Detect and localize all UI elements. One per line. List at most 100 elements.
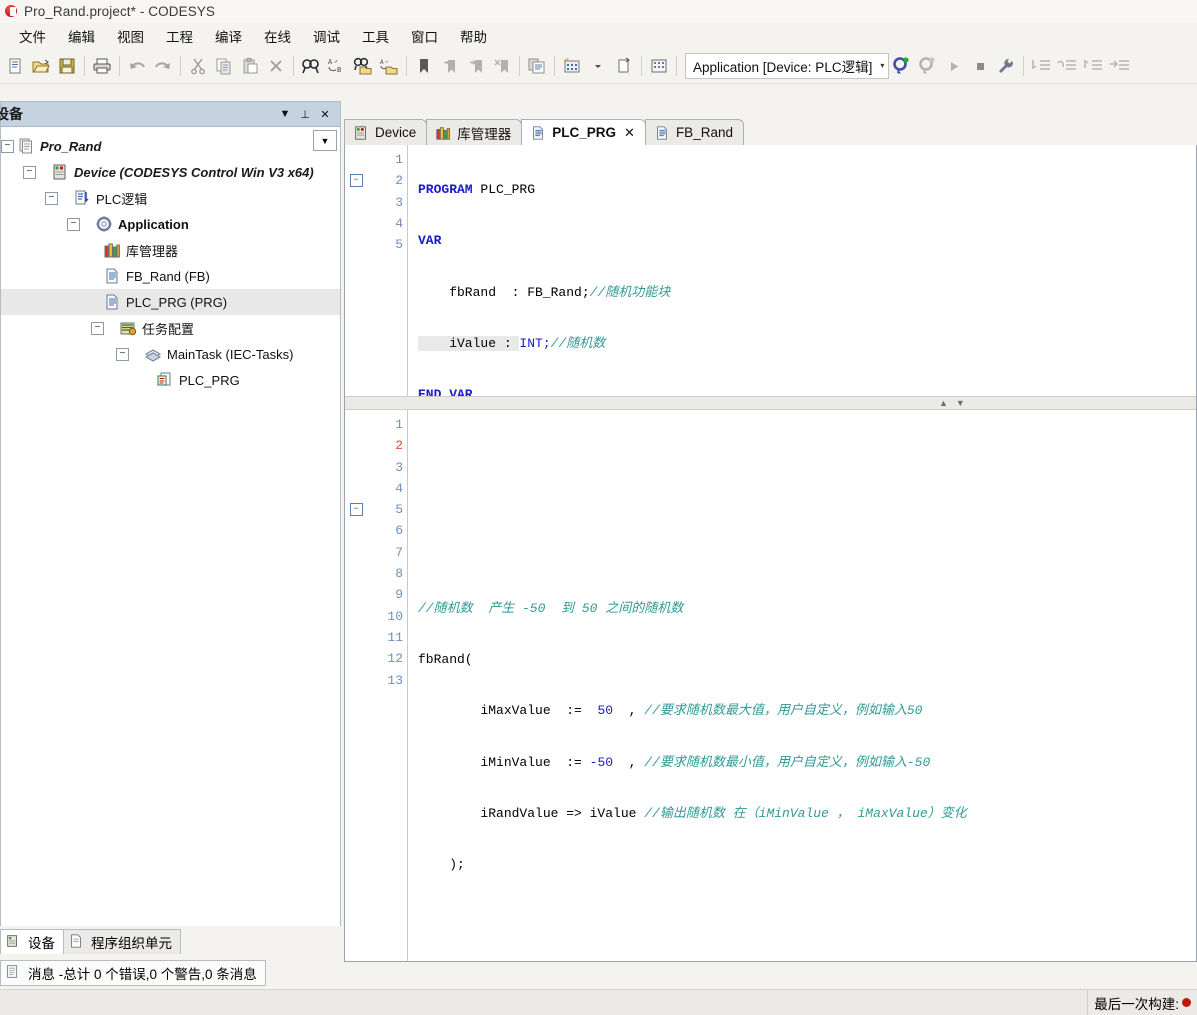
fold-toggle-icon[interactable]: − [349, 174, 363, 188]
tree-item-plc-logic[interactable]: − PLC逻辑 [1, 185, 340, 211]
new-object-icon[interactable] [611, 53, 637, 79]
tree-item-task-configuration[interactable]: − 任务配置 [1, 315, 340, 341]
step-over-icon[interactable] [1054, 53, 1080, 79]
bookmark-next-icon[interactable] [463, 53, 489, 79]
stop-icon[interactable] [967, 53, 993, 79]
editor-tab-plc-prg[interactable]: PLC_PRG ✕ [521, 119, 646, 145]
menu-file[interactable]: 文件 [8, 24, 57, 48]
tree-expander[interactable]: − [116, 347, 129, 361]
print-icon[interactable] [89, 53, 115, 79]
menu-view[interactable]: 视图 [106, 24, 155, 48]
tree-item-fb-rand[interactable]: FB_Rand (FB) [1, 263, 340, 289]
tree-expander[interactable]: − [67, 217, 80, 231]
save-icon[interactable] [54, 53, 80, 79]
declaration-code[interactable]: PROGRAM PLC_PRG VAR fbRand : FB_Rand;//随… [408, 145, 1196, 396]
panel-pin-icon[interactable]: ⊥ [296, 105, 314, 123]
find-in-project-icon[interactable] [350, 53, 376, 79]
declaration-editor[interactable]: − 1 2 3 4 5 PROGRAM PLC_PRG VAR fbRand :… [345, 145, 1196, 396]
bookmark-clear-icon[interactable] [489, 53, 515, 79]
panel-close-icon[interactable]: ✕ [316, 105, 334, 123]
editor-tab-label: Device [375, 125, 417, 140]
svg-text:↗: ↗ [385, 59, 388, 65]
devices-panel: 设备 ▼ ⊥ ✕ ▼ − Pro_Rand − Device (CODESYS … [0, 101, 341, 926]
new-file-icon[interactable] [2, 53, 28, 79]
code-line: iRandValue => iValue //输出随机数 在（iMinValue… [418, 806, 967, 822]
code-line: fbRand : FB_Rand;//随机功能块 [418, 284, 671, 300]
editor-tab-fb-rand[interactable]: FB_Rand [644, 119, 744, 145]
open-project-icon[interactable] [28, 53, 54, 79]
menu-online[interactable]: 在线 [253, 24, 302, 48]
login-icon[interactable] [889, 53, 915, 79]
tree-expander[interactable]: − [23, 165, 36, 179]
toolbar-separator [641, 55, 642, 76]
fold-toggle-icon[interactable]: − [349, 503, 363, 517]
menu-help[interactable]: 帮助 [449, 24, 498, 48]
paste-icon[interactable] [237, 53, 263, 79]
delete-icon[interactable] [263, 53, 289, 79]
undo-icon[interactable] [124, 53, 150, 79]
task-call-icon [156, 371, 174, 389]
tree-item-project[interactable]: − Pro_Rand [1, 133, 340, 159]
replace-in-project-icon[interactable]: A ↗ [376, 53, 402, 79]
menu-tools[interactable]: 工具 [351, 24, 400, 48]
bookmark-toggle-icon[interactable] [411, 53, 437, 79]
logout-icon[interactable] [915, 53, 941, 79]
start-icon[interactable] [941, 53, 967, 79]
run-to-cursor-icon[interactable] [1106, 53, 1132, 79]
close-icon[interactable]: ✕ [624, 125, 635, 141]
tree-filter-dropdown[interactable]: ▼ [313, 130, 337, 151]
devices-panel-header: 设备 ▼ ⊥ ✕ [0, 102, 340, 127]
editor-splitter[interactable]: ▲ ▼ [345, 396, 1196, 410]
code-line: VAR [418, 233, 442, 249]
menu-build[interactable]: 编译 [204, 24, 253, 48]
tree-item-application[interactable]: − Application [1, 211, 340, 237]
splitter-up-arrow-icon[interactable]: ▲ [939, 398, 948, 408]
splitter-down-arrow-icon[interactable]: ▼ [956, 398, 965, 408]
devices-tree-body: ▼ − Pro_Rand − Device (CODESYS Control W… [1, 127, 340, 926]
tree-expander[interactable]: − [91, 321, 104, 335]
task-icon [144, 345, 162, 363]
panel-dropdown-icon[interactable]: ▼ [276, 105, 294, 123]
tree-expander[interactable]: − [45, 191, 58, 205]
tree-item-plc-prg[interactable]: PLC_PRG (PRG) [1, 289, 340, 315]
cut-icon[interactable] [185, 53, 211, 79]
menu-debug[interactable]: 调试 [302, 24, 351, 48]
svg-text:A: A [380, 59, 384, 66]
messages-tab[interactable]: 消息 -总计 0 个错误,0 个警告,0 条消息 [0, 960, 266, 986]
tree-item-device[interactable]: − Device (CODESYS Control Win V3 x64) [1, 159, 340, 185]
declaration-line-numbers: 1 2 3 4 5 [367, 145, 408, 396]
step-into-icon[interactable] [1028, 53, 1054, 79]
generate-code-icon[interactable] [559, 53, 585, 79]
tree-item-label: Application [118, 216, 189, 232]
cross-reference-icon[interactable] [524, 53, 550, 79]
bookmark-previous-icon[interactable] [437, 53, 463, 79]
implementation-code[interactable]: //随机数 产生 -50 到 50 之间的随机数 fbRand( iMaxVal… [408, 410, 1196, 961]
device-editor-icon[interactable] [646, 53, 672, 79]
step-out-icon[interactable] [1080, 53, 1106, 79]
menu-window[interactable]: 窗口 [400, 24, 449, 48]
menu-project[interactable]: 工程 [155, 24, 204, 48]
application-selector-value: Application [Device: PLC逻辑] [693, 59, 873, 75]
bottom-tab-devices[interactable]: 设备 [0, 929, 64, 954]
find-icon[interactable] [298, 53, 324, 79]
status-last-build: 最后一次构建: [1087, 990, 1197, 1015]
new-object-dropdown-icon[interactable] [585, 53, 611, 79]
bottom-tab-pous[interactable]: 程序组织单元 [63, 929, 181, 954]
code-line: END_VAR [418, 387, 473, 396]
tree-item-library-manager[interactable]: 库管理器 [1, 237, 340, 263]
tree-expander[interactable]: − [1, 139, 14, 153]
tree-item-task-call-plc-prg[interactable]: PLC_PRG [1, 367, 340, 393]
device-icon [51, 163, 69, 181]
application-selector[interactable]: Application [Device: PLC逻辑] ▾ [685, 52, 890, 79]
editor-tab-library-manager[interactable]: 库管理器 [426, 119, 523, 145]
configure-icon[interactable] [993, 53, 1019, 79]
implementation-editor[interactable]: − 1 2 3 4 5 6 7 8 9 10 11 12 13 //随机数 产生… [345, 410, 1196, 961]
status-bar: 最后一次构建: [0, 989, 1197, 1015]
editor-tab-device[interactable]: Device [344, 119, 428, 145]
redo-icon[interactable] [150, 53, 176, 79]
tree-item-main-task[interactable]: − MainTask (IEC-Tasks) [1, 341, 340, 367]
replace-icon[interactable]: A ↗ B [324, 53, 350, 79]
copy-icon[interactable] [211, 53, 237, 79]
menu-edit[interactable]: 编辑 [57, 24, 106, 48]
